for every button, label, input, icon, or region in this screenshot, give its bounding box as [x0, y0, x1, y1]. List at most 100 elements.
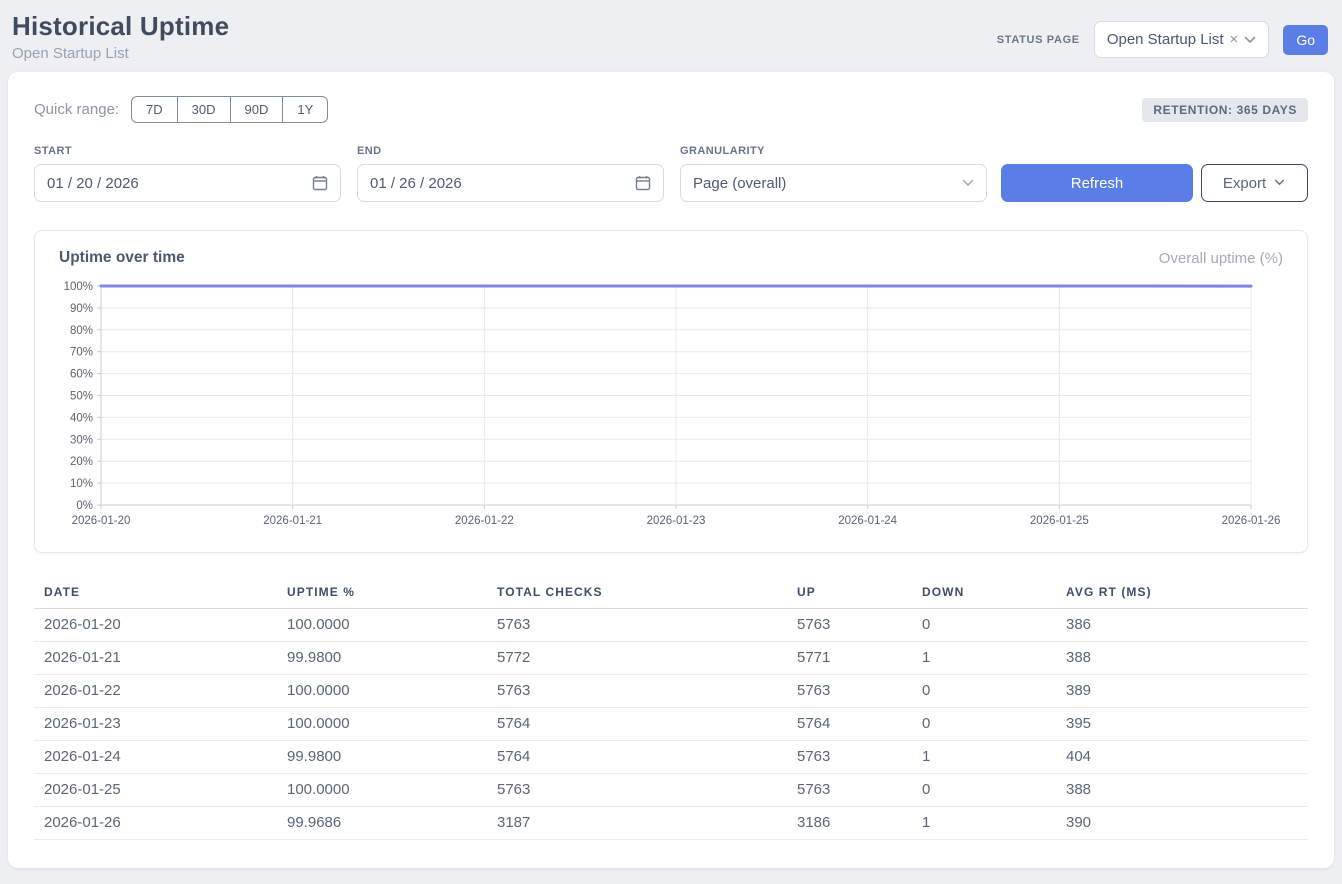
svg-text:2026-01-20: 2026-01-20	[72, 515, 131, 527]
page-subtitle: Open Startup List	[12, 45, 229, 62]
uptime-chart-card: Uptime over time Overall uptime (%) 0%10…	[34, 230, 1308, 553]
chevron-down-icon	[962, 179, 974, 187]
table-row: 2026-01-2699.9686318731861390	[34, 807, 1308, 840]
calendar-icon[interactable]	[312, 175, 328, 191]
table-cell: 404	[1056, 741, 1308, 774]
uptime-table: DATEUPTIME %TOTAL CHECKSUPDOWNAVG RT (MS…	[34, 579, 1308, 840]
end-date-field: END 01 / 26 / 2026	[357, 145, 664, 202]
table-cell: 2026-01-22	[34, 675, 277, 708]
svg-text:30%: 30%	[70, 434, 93, 446]
page-title: Historical Uptime	[12, 11, 229, 42]
table-cell: 99.9800	[277, 642, 487, 675]
table-row: 2026-01-23100.0000576457640395	[34, 708, 1308, 741]
table-cell: 2026-01-21	[34, 642, 277, 675]
table-cell: 2026-01-23	[34, 708, 277, 741]
svg-text:50%: 50%	[70, 391, 93, 403]
table-cell: 2026-01-24	[34, 741, 277, 774]
table-cell: 389	[1056, 675, 1308, 708]
start-date-value: 01 / 20 / 2026	[47, 175, 139, 192]
table-cell: 5772	[487, 642, 787, 675]
table-cell: 388	[1056, 774, 1308, 807]
refresh-button[interactable]: Refresh	[1001, 164, 1193, 202]
table-cell: 3186	[787, 807, 912, 840]
table-body: 2026-01-20100.00005763576303862026-01-21…	[34, 609, 1308, 840]
svg-text:2026-01-22: 2026-01-22	[455, 515, 514, 527]
quick-range-button-7d[interactable]: 7D	[131, 96, 178, 123]
chart-legend: Overall uptime (%)	[1159, 250, 1283, 267]
page-header: Historical Uptime Open Startup List STAT…	[0, 0, 1342, 72]
go-button[interactable]: Go	[1283, 25, 1328, 55]
table-cell: 5763	[487, 609, 787, 642]
table-row: 2026-01-2199.9800577257711388	[34, 642, 1308, 675]
status-page-select[interactable]: Open Startup List ×	[1094, 21, 1270, 58]
chevron-down-icon	[1244, 36, 1256, 44]
quick-range-button-group: 7D30D90D1Y	[131, 96, 328, 123]
table-cell: 5763	[787, 774, 912, 807]
svg-text:2026-01-26: 2026-01-26	[1222, 515, 1281, 527]
calendar-icon[interactable]	[635, 175, 651, 191]
svg-text:80%: 80%	[70, 325, 93, 337]
clear-selection-icon[interactable]: ×	[1230, 32, 1239, 47]
column-header: DOWN	[912, 579, 1056, 609]
end-date-label: END	[357, 145, 664, 157]
quick-range-button-90d[interactable]: 90D	[230, 96, 284, 123]
table-cell: 100.0000	[277, 708, 487, 741]
table-row: 2026-01-20100.0000576357630386	[34, 609, 1308, 642]
table-cell: 1	[912, 807, 1056, 840]
granularity-label: GRANULARITY	[680, 145, 987, 157]
svg-text:2026-01-25: 2026-01-25	[1030, 515, 1089, 527]
start-date-field: START 01 / 20 / 2026	[34, 145, 341, 202]
header-controls: STATUS PAGE Open Startup List × Go	[997, 21, 1328, 58]
table-cell: 5763	[787, 741, 912, 774]
export-button-label: Export	[1223, 175, 1266, 192]
quick-range-label: Quick range:	[34, 101, 119, 118]
quick-range-button-1y[interactable]: 1Y	[282, 96, 328, 123]
table-cell: 99.9686	[277, 807, 487, 840]
table-cell: 2026-01-20	[34, 609, 277, 642]
table-cell: 390	[1056, 807, 1308, 840]
table-row: 2026-01-2499.9800576457631404	[34, 741, 1308, 774]
end-date-value: 01 / 26 / 2026	[370, 175, 462, 192]
status-page-label: STATUS PAGE	[997, 34, 1080, 46]
column-header: UP	[787, 579, 912, 609]
table-cell: 100.0000	[277, 774, 487, 807]
table-cell: 5763	[787, 609, 912, 642]
status-page-selected-value: Open Startup List	[1107, 31, 1224, 48]
svg-text:2026-01-24: 2026-01-24	[838, 515, 897, 527]
table-cell: 0	[912, 708, 1056, 741]
column-header: TOTAL CHECKS	[487, 579, 787, 609]
table-cell: 5764	[487, 741, 787, 774]
table-cell: 5771	[787, 642, 912, 675]
svg-text:2026-01-21: 2026-01-21	[263, 515, 322, 527]
filter-form-row: START 01 / 20 / 2026 END 01 / 26 / 2026 …	[34, 145, 1308, 202]
table-cell: 0	[912, 675, 1056, 708]
uptime-line-chart: 0%10%20%30%40%50%60%70%80%90%100%2026-01…	[59, 277, 1283, 540]
table-cell: 5763	[787, 675, 912, 708]
main-panel: Quick range: 7D30D90D1Y RETENTION: 365 D…	[8, 72, 1334, 868]
table-cell: 5763	[487, 774, 787, 807]
table-row: 2026-01-22100.0000576357630389	[34, 675, 1308, 708]
table-cell: 3187	[487, 807, 787, 840]
svg-text:90%: 90%	[70, 303, 93, 315]
chevron-down-icon	[1274, 179, 1286, 187]
column-header: DATE	[34, 579, 277, 609]
table-cell: 100.0000	[277, 609, 487, 642]
svg-text:100%: 100%	[64, 281, 93, 293]
table-cell: 1	[912, 741, 1056, 774]
granularity-select[interactable]: Page (overall)	[680, 164, 987, 202]
table-cell: 386	[1056, 609, 1308, 642]
start-date-label: START	[34, 145, 341, 157]
end-date-input[interactable]: 01 / 26 / 2026	[357, 164, 664, 202]
svg-text:2026-01-23: 2026-01-23	[647, 515, 706, 527]
table-cell: 99.9800	[277, 741, 487, 774]
quick-range-row: Quick range: 7D30D90D1Y RETENTION: 365 D…	[34, 96, 1308, 123]
chart-title: Uptime over time	[59, 249, 185, 267]
title-block: Historical Uptime Open Startup List	[12, 11, 229, 62]
table-cell: 0	[912, 609, 1056, 642]
table-cell: 5764	[787, 708, 912, 741]
export-button[interactable]: Export	[1201, 164, 1308, 202]
table-row: 2026-01-25100.0000576357630388	[34, 774, 1308, 807]
svg-text:40%: 40%	[70, 412, 93, 424]
quick-range-button-30d[interactable]: 30D	[177, 96, 231, 123]
start-date-input[interactable]: 01 / 20 / 2026	[34, 164, 341, 202]
